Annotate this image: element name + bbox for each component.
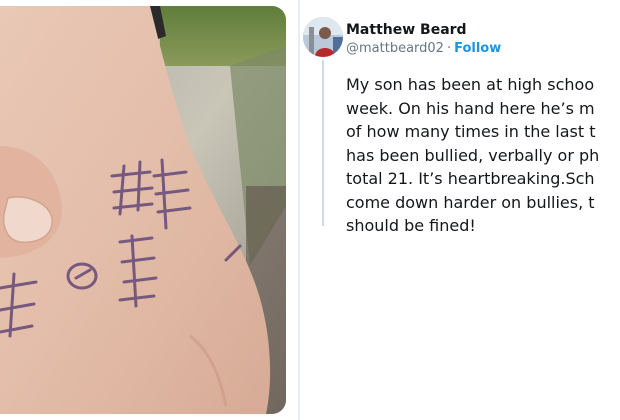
author-name[interactable]: Matthew Beard (346, 22, 467, 38)
avatar-image (303, 17, 343, 57)
follow-button[interactable]: Follow (454, 41, 501, 56)
thread-line (322, 60, 324, 226)
tweet-text-line: should be fined! (346, 216, 476, 235)
author-meta: @mattbeard02 · Follow (346, 41, 501, 56)
tweet-text-line: total 21. It’s heartbreaking.Sch (346, 169, 595, 188)
author-handle[interactable]: @mattbeard02 (346, 41, 444, 56)
avatar[interactable] (303, 17, 343, 57)
tweet-text-line: come down harder on bullies, t (346, 192, 595, 212)
tweet-text-line: week. On his hand here he’s m (346, 98, 595, 118)
tweet-photo[interactable] (0, 6, 286, 414)
tweet-text-line: of how many times in the last t (346, 122, 596, 141)
tweet-text-line: My son has been at high schoo (346, 75, 595, 94)
meta-separator: · (446, 41, 452, 56)
tweet-text-line: has been bullied, verbally or ph (346, 145, 600, 165)
hand-tally-photo (0, 6, 286, 414)
tweet-card[interactable]: Matthew Beard @mattbeard02 · Follow My son… (300, 0, 620, 420)
tweet-text: My son has been at high schoo week. On h… (346, 73, 599, 238)
